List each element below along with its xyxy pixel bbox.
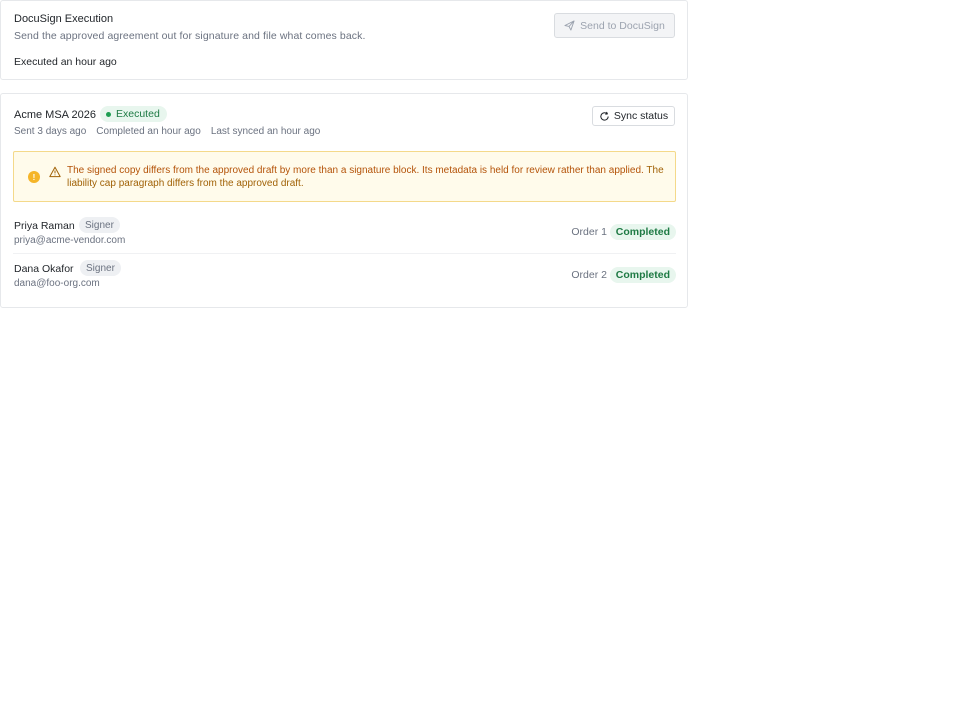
- signer-order: Order 2: [571, 269, 607, 281]
- execution-title: DocuSign Execution: [14, 13, 114, 25]
- send-to-docusign-button[interactable]: Send to DocuSign: [554, 13, 675, 38]
- send-icon: [564, 20, 575, 31]
- signer-email: priya@acme-vendor.com: [14, 235, 126, 246]
- signer-row: Priya Raman Signer priya@acme-vendor.com…: [13, 214, 676, 254]
- sent-time: Sent 3 days ago: [14, 126, 87, 137]
- completed-time: Completed an hour ago: [96, 126, 201, 137]
- last-synced-time: Last synced an hour ago: [210, 126, 321, 137]
- alert-message: The signed copy differs from the approve…: [67, 164, 667, 190]
- signer-email: dana@foo-org.com: [14, 278, 100, 289]
- envelope-meta: Sent 3 days ago Completed an hour ago La…: [14, 126, 320, 137]
- alert-main-text: The signed copy differs from the approve…: [67, 165, 644, 176]
- signer-order: Order 1: [571, 226, 607, 238]
- docusign-execution-card: DocuSign Execution Send the approved agr…: [0, 0, 688, 80]
- signer-name: Priya Raman: [14, 220, 75, 232]
- refresh-icon: [600, 111, 609, 121]
- alert-circle-icon: !: [28, 171, 40, 183]
- envelope-title: Acme MSA 2026: [14, 109, 96, 121]
- signer-row: Dana Okafor Signer dana@foo-org.com Orde…: [13, 257, 676, 297]
- signer-name: Dana Okafor: [14, 263, 74, 275]
- signer-role-badge: Signer: [80, 260, 121, 276]
- envelope-status-label: Executed: [116, 108, 160, 120]
- execution-status-text: Executed an hour ago: [14, 56, 117, 68]
- status-dot-icon: [106, 111, 111, 117]
- signer-status-badge: Completed: [609, 224, 676, 240]
- sync-button-label: Sync status: [613, 110, 669, 122]
- signer-role-badge: Signer: [79, 217, 120, 233]
- sync-status-button[interactable]: Sync status: [592, 106, 675, 126]
- send-button-label: Send to DocuSign: [580, 19, 665, 32]
- envelope-status-badge: Executed: [100, 106, 167, 122]
- execution-description: Send the approved agreement out for sign…: [14, 30, 366, 42]
- warning-icon: [49, 166, 61, 178]
- review-alert: ! The signed copy differs from the appro…: [13, 151, 676, 202]
- envelope-card: Acme MSA 2026 Executed Sent 3 days ago C…: [0, 93, 688, 308]
- signer-status-badge: Completed: [609, 267, 676, 283]
